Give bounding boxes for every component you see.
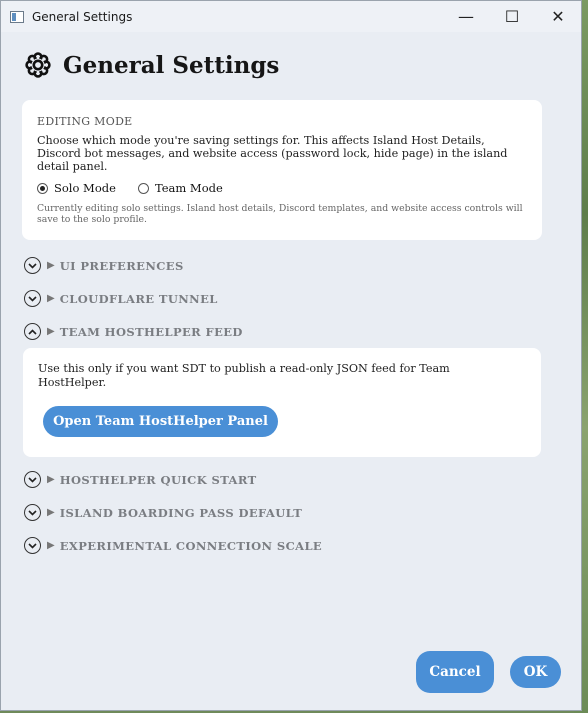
team-feed-card: Use this only if you want SDT to publish…: [23, 348, 541, 457]
section-title[interactable]: HOSTHELPER QUICK START: [60, 473, 257, 487]
section-experimental-connection-scale[interactable]: ▶ EXPERIMENTAL CONNECTION SCALE: [24, 537, 322, 554]
editing-mode-label: EDITING MODE: [37, 115, 133, 128]
section-cloudflare-tunnel[interactable]: ▶ CLOUDFLARE TUNNEL: [24, 290, 218, 307]
editing-mode-note: Currently editing solo settings. Island …: [37, 203, 523, 225]
section-title[interactable]: ISLAND BOARDING PASS DEFAULT: [60, 506, 302, 520]
chevron-down-icon[interactable]: [24, 257, 41, 274]
window-title: General Settings: [32, 9, 133, 24]
section-title[interactable]: CLOUDFLARE TUNNEL: [60, 292, 218, 306]
ok-button[interactable]: OK: [510, 656, 561, 688]
triangle-right-icon: ▶: [47, 293, 55, 304]
triangle-right-icon: ▶: [47, 474, 55, 485]
chevron-down-icon[interactable]: [24, 290, 41, 307]
section-title[interactable]: TEAM HOSTHELPER FEED: [60, 325, 243, 339]
open-team-hosthelper-button[interactable]: Open Team HostHelper Panel: [43, 406, 278, 437]
triangle-right-icon: ▶: [47, 507, 55, 518]
cancel-button[interactable]: Cancel: [416, 651, 494, 693]
section-island-boarding-pass[interactable]: ▶ ISLAND BOARDING PASS DEFAULT: [24, 504, 302, 521]
section-title[interactable]: UI PREFERENCES: [60, 259, 184, 273]
triangle-right-icon: ▶: [47, 260, 55, 271]
solo-mode-label[interactable]: Solo Mode: [54, 181, 116, 195]
section-ui-preferences[interactable]: ▶ UI PREFERENCES: [24, 257, 184, 274]
close-button[interactable]: ✕: [535, 1, 581, 32]
page-title: General Settings: [63, 51, 280, 79]
gear-icon: [25, 52, 51, 78]
mode-radio-group: Solo Mode Team Mode: [37, 181, 245, 195]
team-mode-radio[interactable]: [137, 182, 149, 194]
settings-window: General Settings — ☐ ✕ General Settings: [0, 0, 582, 711]
chevron-down-icon[interactable]: [24, 471, 41, 488]
page-header: General Settings: [24, 51, 279, 79]
solo-mode-radio[interactable]: [37, 182, 48, 194]
triangle-right-icon: ▶: [47, 326, 55, 337]
title-bar: General Settings — ☐ ✕: [1, 1, 581, 32]
minimize-button[interactable]: —: [443, 1, 489, 32]
triangle-right-icon: ▶: [47, 540, 55, 551]
section-hosthelper-quick-start[interactable]: ▶ HOSTHELPER QUICK START: [24, 471, 257, 488]
team-mode-label[interactable]: Team Mode: [155, 181, 223, 195]
app-icon: [10, 10, 24, 23]
chevron-down-icon[interactable]: [24, 537, 41, 554]
chevron-down-icon[interactable]: [24, 504, 41, 521]
section-team-hosthelper-feed[interactable]: ▶ TEAM HOSTHELPER FEED: [24, 323, 243, 340]
maximize-button[interactable]: ☐: [489, 1, 535, 32]
chevron-up-icon[interactable]: [24, 323, 41, 340]
editing-mode-description: Choose which mode you're saving settings…: [37, 134, 508, 173]
section-title[interactable]: EXPERIMENTAL CONNECTION SCALE: [60, 539, 322, 553]
team-feed-description: Use this only if you want SDT to publish…: [38, 362, 450, 389]
editing-mode-card: EDITING MODE Choose which mode you're sa…: [22, 100, 542, 240]
